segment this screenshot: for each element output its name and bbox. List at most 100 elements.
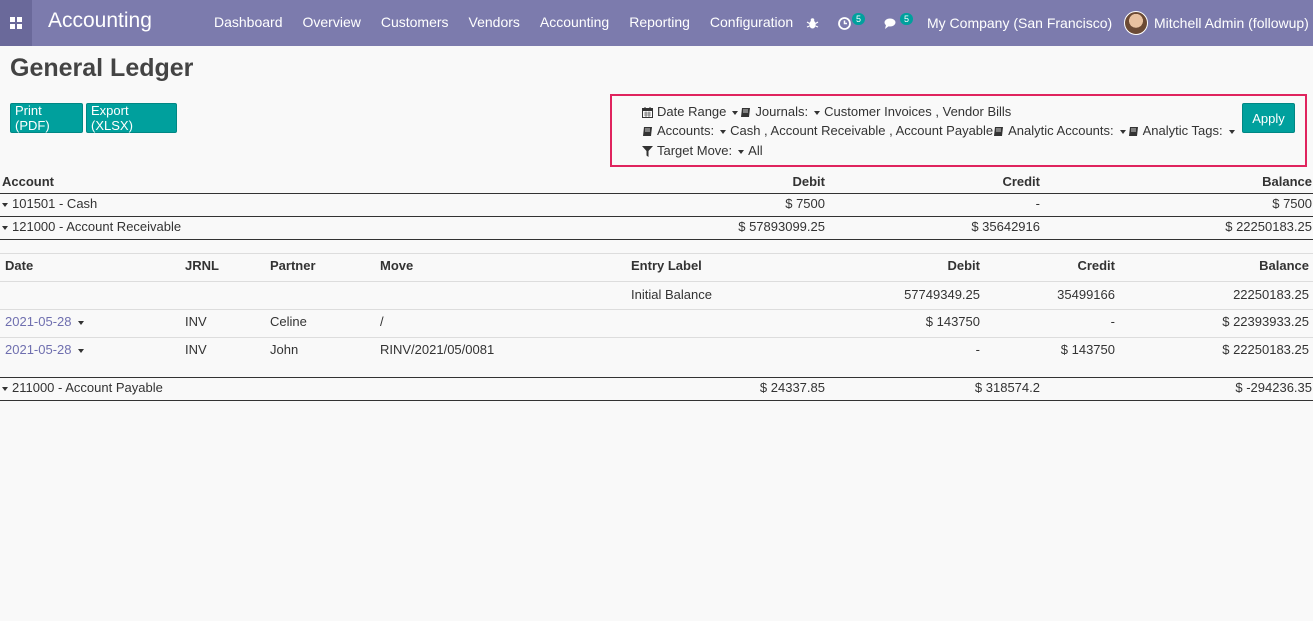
page-title: General Ledger <box>10 54 194 82</box>
col-detail-credit: Credit <box>1077 258 1115 273</box>
filter-icon <box>642 146 653 158</box>
col-date: Date <box>5 258 34 273</box>
line-jrnl: INV <box>185 314 207 329</box>
activity-button[interactable]: 5 <box>838 0 866 46</box>
calendar-icon <box>642 107 653 119</box>
chevron-down-icon <box>77 348 84 353</box>
chevron-down-icon <box>1119 129 1126 134</box>
chevron-down-icon <box>77 320 84 325</box>
app-title[interactable]: Accounting <box>48 9 152 33</box>
date-range-dropdown[interactable]: Date Range <box>642 104 740 119</box>
filter-row-1: Date Range Journals: Customer Invoices , … <box>642 104 1011 119</box>
row-divider <box>0 281 1313 282</box>
caret-down-icon <box>2 386 8 391</box>
accounts-value: Cash , Account Receivable , Account Paya… <box>730 123 994 138</box>
target-move-label: Target Move: <box>657 143 733 158</box>
line-partner: John <box>270 342 299 357</box>
analytic-accounts-dropdown[interactable]: Analytic Accounts: <box>993 123 1128 138</box>
print-pdf-button[interactable]: Print (PDF) <box>10 103 83 133</box>
line-debit: - <box>975 342 980 357</box>
account-row-cash[interactable]: 101501 - Cash <box>2 196 97 211</box>
menu-customers[interactable]: Customers <box>371 14 459 30</box>
col-detail-balance: Balance <box>1259 258 1309 273</box>
row-divider <box>0 239 1313 240</box>
message-count-badge: 5 <box>900 13 914 25</box>
col-jrnl: JRNL <box>185 258 219 273</box>
menu-accounting[interactable]: Accounting <box>530 14 619 30</box>
col-move: Move <box>380 258 414 273</box>
initial-balance-label: Initial Balance <box>631 287 712 302</box>
account-row-receivable[interactable]: 121000 - Account Receivable <box>2 219 181 234</box>
menu-dashboard[interactable]: Dashboard <box>204 14 293 30</box>
account-credit: $ 318574.2 <box>974 380 1040 395</box>
account-debit: $ 57893099.25 <box>738 219 825 234</box>
account-balance: $ -294236.35 <box>1235 380 1312 395</box>
line-date-dropdown[interactable]: 2021-05-28 <box>5 314 88 329</box>
line-jrnl: INV <box>185 342 207 357</box>
row-divider <box>0 377 1313 378</box>
line-credit: $ 143750 <box>1060 342 1115 357</box>
company-switcher[interactable]: My Company (San Francisco) <box>927 0 1112 46</box>
accounts-dropdown[interactable]: Accounts: Cash , Account Receivable , Acc… <box>642 123 993 138</box>
clock-icon <box>838 16 851 30</box>
top-navbar: Accounting Dashboard Overview Customers … <box>0 0 1313 46</box>
col-debit: Debit <box>792 174 826 189</box>
col-partner: Partner <box>270 258 316 273</box>
analytic-tags-dropdown[interactable]: Analytic Tags: <box>1128 123 1239 138</box>
line-date: 2021-05-28 <box>5 314 72 329</box>
account-name: 121000 - Account Receivable <box>12 219 182 234</box>
account-name: 101501 - Cash <box>12 196 98 211</box>
chevron-down-icon <box>720 129 727 134</box>
col-credit: Credit <box>1002 174 1040 189</box>
activity-count-badge: 5 <box>852 13 866 25</box>
account-balance: $ 7500 <box>1272 196 1312 211</box>
line-date: 2021-05-28 <box>5 342 72 357</box>
account-name: 211000 - Account Payable <box>12 380 163 395</box>
filter-panel: Date Range Journals: Customer Invoices , … <box>610 94 1307 167</box>
account-debit: $ 7500 <box>785 196 825 211</box>
journals-dropdown[interactable]: Journals: Customer Invoices , Vendor Bill… <box>740 104 1011 119</box>
messages-button[interactable]: 5 <box>884 0 914 46</box>
account-row-payable[interactable]: 211000 - Account Payable <box>2 380 163 395</box>
initial-debit: 57749349.25 <box>904 287 980 302</box>
menu-overview[interactable]: Overview <box>293 14 371 30</box>
date-range-label: Date Range <box>657 104 727 119</box>
line-move: / <box>380 314 384 329</box>
chevron-down-icon <box>732 110 739 115</box>
line-partner: Celine <box>270 314 307 329</box>
row-divider <box>0 309 1313 310</box>
apply-button[interactable]: Apply <box>1242 103 1295 133</box>
account-balance: $ 22250183.25 <box>1225 219 1312 234</box>
export-xlsx-button[interactable]: Export (XLSX) <box>86 103 177 133</box>
main-menu: Dashboard Overview Customers Vendors Acc… <box>204 14 803 30</box>
caret-down-icon <box>2 202 8 207</box>
menu-configuration[interactable]: Configuration <box>700 14 803 30</box>
account-credit: - <box>1035 196 1040 211</box>
chevron-down-icon <box>814 110 821 115</box>
book-icon <box>994 127 1004 137</box>
book-icon <box>643 127 652 137</box>
debug-button[interactable] <box>806 0 819 46</box>
analytic-tags-label: Analytic Tags: <box>1142 123 1223 138</box>
target-move-dropdown[interactable]: Target Move: All <box>642 143 763 158</box>
col-balance: Balance <box>1262 174 1312 189</box>
filter-row-2: Accounts: Cash , Account Receivable , Acc… <box>642 123 1239 138</box>
menu-vendors[interactable]: Vendors <box>459 14 530 30</box>
header-divider <box>0 193 1313 194</box>
filter-row-3: Target Move: All <box>642 143 763 158</box>
line-date-dropdown[interactable]: 2021-05-28 <box>5 342 88 357</box>
book-icon <box>1128 127 1138 137</box>
menu-reporting[interactable]: Reporting <box>619 14 700 30</box>
col-detail-debit: Debit <box>947 258 981 273</box>
apps-menu-button[interactable] <box>0 0 32 46</box>
analytic-accounts-label: Analytic Accounts: <box>1008 123 1114 138</box>
caret-down-icon <box>2 225 8 230</box>
book-icon <box>741 108 751 118</box>
line-balance: $ 22393933.25 <box>1222 314 1309 329</box>
user-name: Mitchell Admin (followup) <box>1154 15 1309 31</box>
account-debit: $ 24337.85 <box>759 380 825 395</box>
comments-icon <box>884 18 896 29</box>
user-menu[interactable]: Mitchell Admin (followup) <box>1124 0 1309 46</box>
account-credit: $ 35642916 <box>971 219 1040 234</box>
journals-label: Journals: <box>755 104 809 119</box>
